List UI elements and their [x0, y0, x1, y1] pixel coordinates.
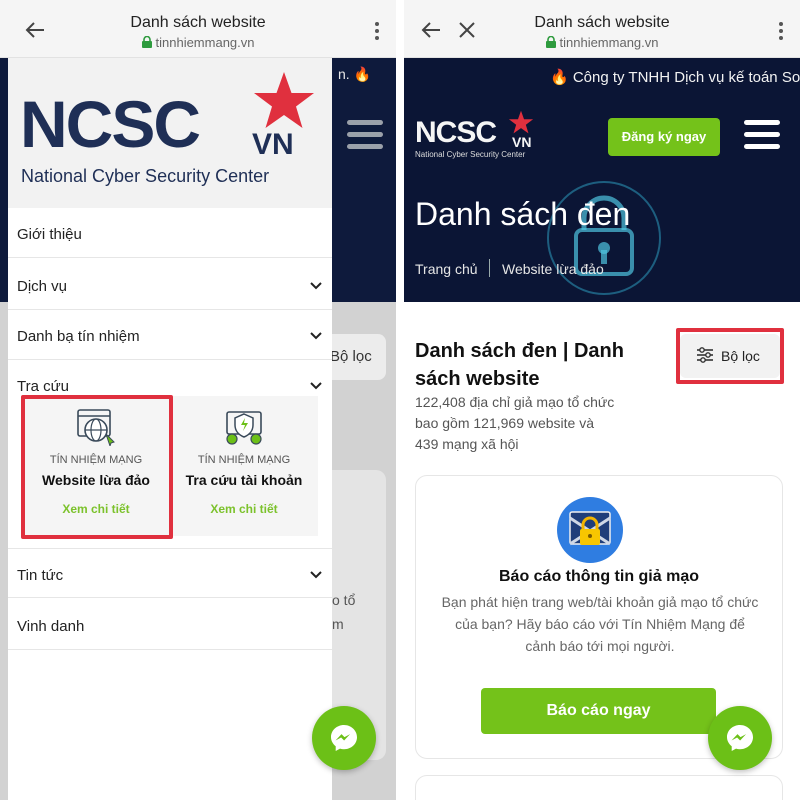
- logo-vn: VN: [512, 134, 532, 150]
- red-star-icon: [508, 110, 534, 134]
- menu-item-tin-tuc[interactable]: Tin tức: [8, 548, 332, 598]
- logo-subtitle: National Cyber Security Center: [21, 166, 270, 186]
- highlight-box-website-lua-dao: [21, 395, 173, 539]
- overflow-menu-icon[interactable]: [375, 22, 379, 43]
- browser-url[interactable]: tinnhiemmang.vn: [0, 35, 396, 50]
- right-screenshot: Danh sách website tinnhiemmang.vn 🔥 Công…: [404, 0, 800, 800]
- logo-subtitle: National Cyber Security Center: [415, 150, 526, 159]
- submenu-card-tra-cuu-tai-khoan[interactable]: TÍN NHIỆM MẠNG Tra cứu tài khoản Xem chi…: [170, 396, 318, 536]
- announcement-ticker: 🔥 Công ty TNHH Dịch vụ kế toán So: [550, 69, 800, 86]
- browser-url-text: tinnhiemmang.vn: [155, 35, 255, 50]
- messenger-icon: [331, 725, 357, 751]
- browser-toolbar: Danh sách website tinnhiemmang.vn: [0, 0, 396, 58]
- hamburger-menu-icon[interactable]: [744, 120, 780, 156]
- browser-page-title: Danh sách website: [130, 14, 266, 31]
- chevron-down-icon: [310, 382, 322, 390]
- blacklist-summary: 122,408 địa chỉ giả mạo tổ chức bao gồm …: [415, 394, 615, 452]
- chevron-down-icon: [310, 571, 322, 579]
- menu-item-gioi-thieu[interactable]: Giới thiệu: [8, 208, 332, 258]
- menu-item-label: Danh bạ tín nhiệm: [17, 328, 140, 345]
- messenger-chat-button[interactable]: [312, 706, 376, 770]
- menu-item-dich-vu[interactable]: Dịch vụ: [8, 260, 332, 310]
- red-star-icon: [254, 72, 314, 128]
- menu-item-danh-ba[interactable]: Danh bạ tín nhiệm: [8, 310, 332, 360]
- menu-item-vinh-danh[interactable]: Vinh danh: [8, 600, 332, 650]
- lock-icon: [141, 36, 152, 48]
- hero-banner: 🔥 Công ty TNHH Dịch vụ kế toán So NCSC V…: [404, 58, 800, 302]
- report-now-button[interactable]: Báo cáo ngay: [481, 688, 716, 734]
- shield-gear-icon: [226, 411, 262, 445]
- chevron-down-icon: [310, 332, 322, 340]
- background-text-fragment: m: [332, 616, 344, 632]
- browser-url[interactable]: tinnhiemmang.vn: [404, 35, 800, 50]
- overflow-menu-icon[interactable]: [779, 22, 783, 43]
- menu-item-label: Dịch vụ: [17, 278, 68, 295]
- page-title: Danh sách đen | Danh sách website: [415, 340, 624, 390]
- navigation-drawer: NCSC VN National Cyber Security Center G…: [8, 58, 332, 800]
- background-ticker: n. 🔥: [338, 66, 371, 82]
- breadcrumb-current: Website lừa đảo: [502, 261, 604, 277]
- background-text-fragment: o tổ: [332, 592, 356, 608]
- logo-text: NCSC: [415, 116, 497, 149]
- logo-text: NCSC: [20, 87, 201, 161]
- register-button[interactable]: Đăng ký ngay: [608, 118, 720, 156]
- menu-item-label: Tra cứu: [17, 378, 69, 395]
- browser-url-text: tinnhiemmang.vn: [559, 35, 659, 50]
- hero-title: Danh sách đen: [415, 196, 631, 232]
- messenger-icon: [727, 725, 753, 751]
- submenu-eyebrow: TÍN NHIỆM MẠNG: [197, 454, 291, 466]
- browser-page-title: Danh sách website: [534, 14, 670, 31]
- screenshot-divider: [396, 0, 404, 800]
- next-card: [415, 775, 783, 800]
- menu-item-label: Vinh danh: [17, 618, 85, 635]
- browser-toolbar: Danh sách website tinnhiemmang.vn: [404, 0, 800, 58]
- logo-vn: VN: [252, 128, 294, 161]
- submenu-title: Tra cứu tài khoản: [185, 472, 303, 488]
- breadcrumb-separator: [489, 259, 490, 277]
- highlight-box-filter: [676, 328, 784, 384]
- background-menu-icon: [347, 120, 383, 156]
- locked-chain-icon: [557, 497, 623, 563]
- report-card-title: Báo cáo thông tin giả mạo: [498, 568, 699, 585]
- menu-item-label: Tin tức: [17, 567, 64, 584]
- left-screenshot: Danh sách website tinnhiemmang.vn n. 🔥 B…: [0, 0, 396, 800]
- report-card-description: Bạn phát hiện trang web/tài khoản giả mạ…: [441, 594, 759, 654]
- breadcrumb-home[interactable]: Trang chủ: [415, 261, 478, 277]
- lock-icon: [545, 36, 556, 48]
- menu-item-label: Giới thiệu: [17, 226, 82, 243]
- messenger-chat-button[interactable]: [708, 706, 772, 770]
- ncsc-logo[interactable]: NCSC VN National Cyber Security Center: [8, 58, 332, 208]
- view-details-link[interactable]: Xem chi tiết: [170, 502, 318, 516]
- chevron-down-icon: [310, 282, 322, 290]
